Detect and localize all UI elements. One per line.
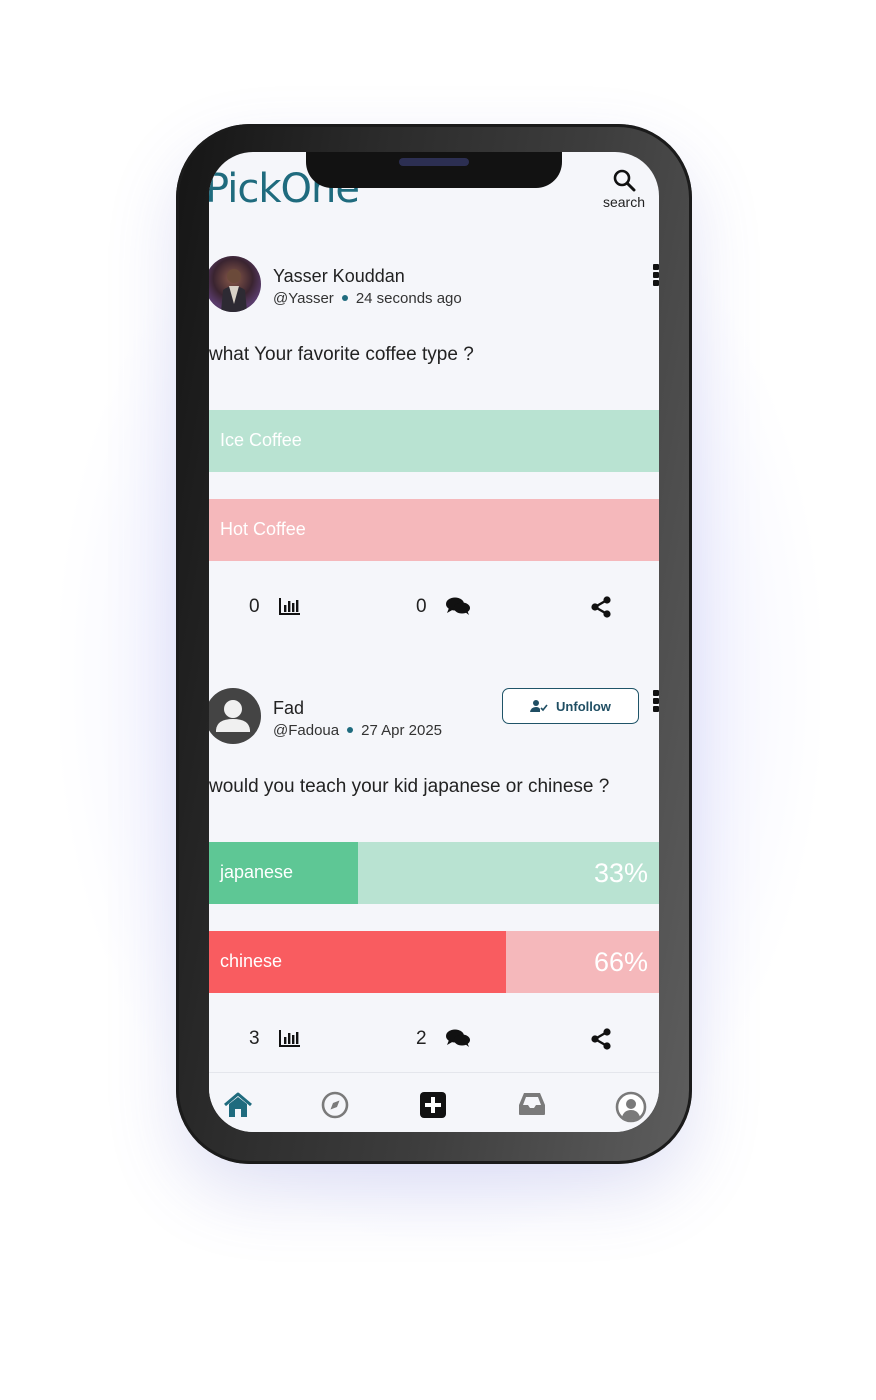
unfollow-label: Unfollow [556,698,611,714]
author-name[interactable]: Yasser Kouddan [273,266,405,287]
phone-screen: PickOne search Yasser Kouddan @Yasser 24 … [209,152,659,1132]
more-options-icon[interactable] [653,690,659,714]
poll-option[interactable]: Ice Coffee [209,410,659,472]
author-handle: @Fadoua [273,722,340,739]
search-label: search [602,194,646,210]
avatar[interactable] [209,256,261,312]
share-icon[interactable] [590,596,612,623]
separator-dot [347,727,354,734]
home-icon[interactable] [223,1091,253,1121]
comment-count: 2 [416,1028,427,1049]
post-meta: @Yasser 24 seconds ago [273,290,462,307]
vote-count: 3 [249,1028,260,1049]
poll-option[interactable]: chinese 66% [209,931,659,993]
option-label: chinese [220,951,283,971]
poll-question: would you teach your kid japanese or chi… [209,776,610,797]
phone-speaker [399,158,469,166]
default-user-icon [216,700,250,732]
user-photo-icon [221,269,247,312]
option-label: Ice Coffee [220,430,302,450]
poll-option[interactable]: Hot Coffee [209,499,659,561]
comments-icon[interactable] [445,1028,471,1053]
stats-icon[interactable] [278,1028,302,1053]
profile-icon[interactable] [615,1091,647,1123]
bottom-tab-bar [209,1072,659,1132]
post-time: 24 seconds ago [355,290,462,307]
post-time: 27 Apr 2025 [361,722,443,739]
more-options-icon[interactable] [653,264,659,288]
option-percent: 66% [593,947,648,977]
search-button[interactable]: search [597,168,651,214]
comments-icon[interactable] [445,596,471,621]
author-name[interactable]: Fad [273,698,304,719]
avatar[interactable] [209,688,261,744]
inbox-icon[interactable] [517,1091,547,1121]
option-label: Hot Coffee [220,519,306,539]
option-label: japanese [220,862,294,882]
post-actions: 0 0 [209,594,659,624]
author-handle: @Yasser [273,290,334,307]
option-percent: 33% [593,858,648,888]
user-check-icon [530,700,548,712]
add-icon[interactable] [419,1091,449,1121]
compass-icon[interactable] [321,1091,351,1121]
stats-icon[interactable] [278,596,302,621]
search-icon [613,169,636,192]
poll-question: what Your favorite coffee type ? [209,344,474,365]
vote-count: 0 [249,596,260,617]
unfollow-button[interactable]: Unfollow [502,688,639,724]
share-icon[interactable] [590,1028,612,1055]
poll-option[interactable]: japanese 33% [209,842,659,904]
separator-dot [341,295,348,302]
post-actions: 3 2 [209,1026,659,1056]
comment-count: 0 [416,596,427,617]
post-meta: @Fadoua 27 Apr 2025 [273,722,442,739]
